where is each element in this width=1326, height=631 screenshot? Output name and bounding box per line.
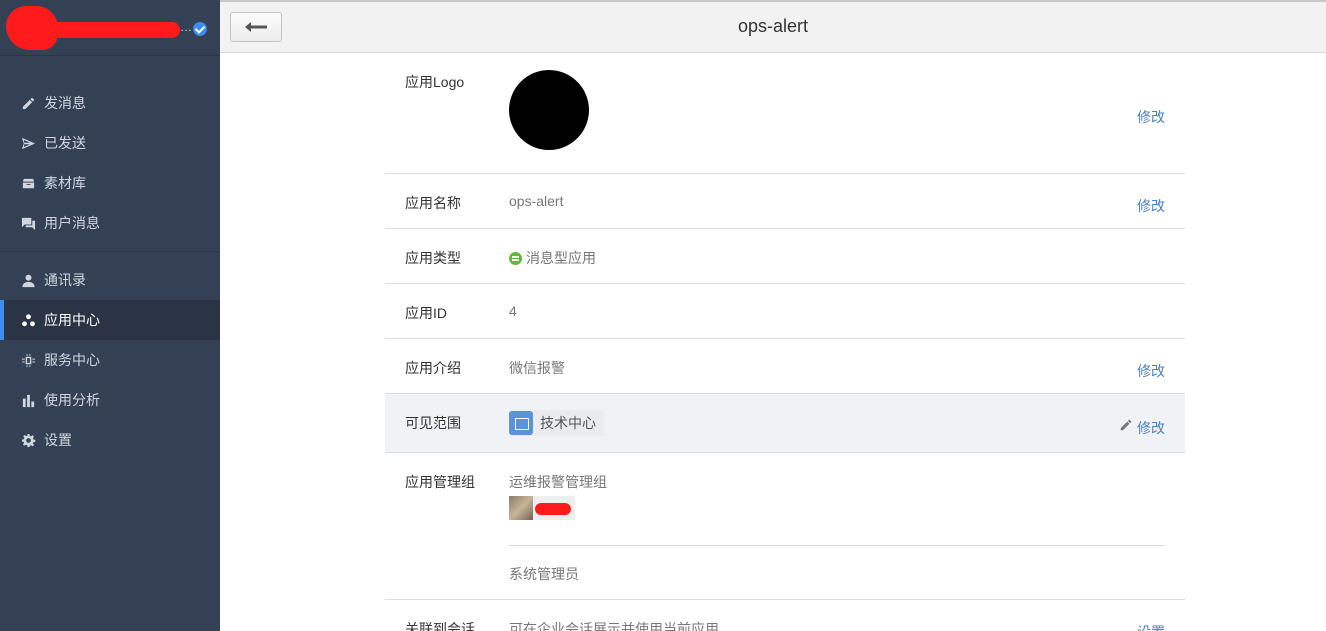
page-title: ops-alert [737, 16, 809, 36]
edit-intro-link[interactable]: 修改 [1137, 361, 1165, 381]
value-app-id: 4 [509, 303, 517, 319]
label-app-intro: 应用介绍 [405, 360, 461, 376]
archive-icon [20, 175, 36, 191]
sidebar-item-label: 用户消息 [44, 215, 100, 231]
gear-icon [20, 432, 36, 448]
sidebar-item-app-center[interactable]: 应用中心 [0, 300, 220, 340]
value-app-name: ops-alert [509, 193, 564, 209]
sidebar-group-management: 通讯录 应用中心 服务中心 使用分析 设置 [0, 251, 220, 460]
pencil-icon [20, 95, 36, 111]
avatar [509, 496, 533, 520]
label-app-id: 应用ID [405, 305, 447, 321]
row-admin-group: 应用管理组 运维报警管理组 系统管理员 [385, 453, 1185, 600]
sidebar-item-sent[interactable]: 已发送 [0, 123, 220, 163]
setup-session-link[interactable]: 设置 [1137, 622, 1165, 631]
bar-chart-icon [20, 392, 36, 408]
sidebar-item-label: 服务中心 [44, 352, 100, 368]
chat-icon [20, 215, 36, 231]
label-link-session: 关联到会话 [405, 621, 475, 631]
sidebar-item-service-center[interactable]: 服务中心 [0, 340, 220, 380]
edit-scope-link[interactable]: 修改 [1137, 418, 1165, 438]
app-type-text: 消息型应用 [526, 250, 596, 266]
corp-header[interactable]: … [0, 0, 220, 56]
member-name-redacted [535, 503, 571, 515]
sidebar-item-settings[interactable]: 设置 [0, 420, 220, 460]
row-app-intro: 应用介绍 微信报警 修改 [385, 339, 1185, 394]
label-app-logo: 应用Logo [405, 74, 465, 90]
sidebar: … 发消息 已发送 素材库 用户消息 通讯录 应用中心 服务中心 使用分析 设置 [0, 0, 220, 631]
system-admin-label: 系统管理员 [509, 566, 579, 582]
value-link-session: 可在企业会话展示并使用当前应用 [509, 621, 719, 631]
sidebar-item-label: 通讯录 [44, 272, 86, 288]
sidebar-item-label: 素材库 [44, 175, 86, 191]
row-app-type: 应用类型 消息型应用 [385, 229, 1185, 284]
message-app-icon [509, 252, 522, 265]
sidebar-item-label: 发消息 [44, 95, 86, 111]
row-link-session: 关联到会话 可在企业会话展示并使用当前应用 设置 [385, 600, 1185, 631]
label-admin-group: 应用管理组 [405, 474, 475, 490]
edit-name-link[interactable]: 修改 [1137, 196, 1165, 216]
scope-department-chip: 技术中心 [509, 410, 604, 436]
pencil-icon[interactable] [1119, 418, 1132, 431]
row-app-name: 应用名称 ops-alert 修改 [385, 174, 1185, 229]
send-icon [20, 135, 36, 151]
value-app-intro: 微信报警 [509, 360, 565, 376]
sidebar-item-contacts[interactable]: 通讯录 [0, 260, 220, 300]
sidebar-group-messages: 发消息 已发送 素材库 用户消息 [0, 56, 220, 243]
sidebar-item-usage-analysis[interactable]: 使用分析 [0, 380, 220, 420]
edit-logo-link[interactable]: 修改 [1137, 107, 1165, 127]
scope-department-name: 技术中心 [540, 415, 596, 431]
sidebar-item-label: 应用中心 [44, 312, 100, 328]
label-app-name: 应用名称 [405, 195, 461, 211]
sidebar-item-library[interactable]: 素材库 [0, 163, 220, 203]
corp-name-redacted [48, 22, 180, 38]
top-bar: ops-alert [220, 0, 1326, 53]
app-detail-panel: 应用Logo 修改 应用名称 ops-alert 修改 应用类型 消息型应用 应… [385, 53, 1185, 631]
app-logo-image [509, 70, 589, 150]
user-icon [20, 272, 36, 288]
corp-name-ellipsis: … [180, 20, 192, 34]
sidebar-item-label: 使用分析 [44, 392, 100, 408]
sidebar-item-user-messages[interactable]: 用户消息 [0, 203, 220, 243]
row-app-logo: 应用Logo 修改 [385, 53, 1185, 174]
divider [509, 545, 1165, 546]
admin-group-name: 运维报警管理组 [509, 474, 607, 490]
row-visible-scope[interactable]: 可见范围 技术中心 修改 [385, 394, 1185, 453]
row-app-id: 应用ID 4 [385, 284, 1185, 339]
value-app-type: 消息型应用 [509, 248, 596, 268]
label-visible-scope: 可见范围 [405, 415, 461, 431]
verified-icon [193, 22, 207, 36]
sidebar-item-label: 设置 [44, 432, 72, 448]
sidebar-item-send-message[interactable]: 发消息 [0, 83, 220, 123]
apps-icon [20, 312, 36, 328]
admin-member-chip[interactable] [509, 496, 575, 520]
chip-icon [20, 352, 36, 368]
sidebar-item-label: 已发送 [44, 135, 86, 151]
folder-icon [509, 411, 533, 435]
label-app-type: 应用类型 [405, 250, 461, 266]
